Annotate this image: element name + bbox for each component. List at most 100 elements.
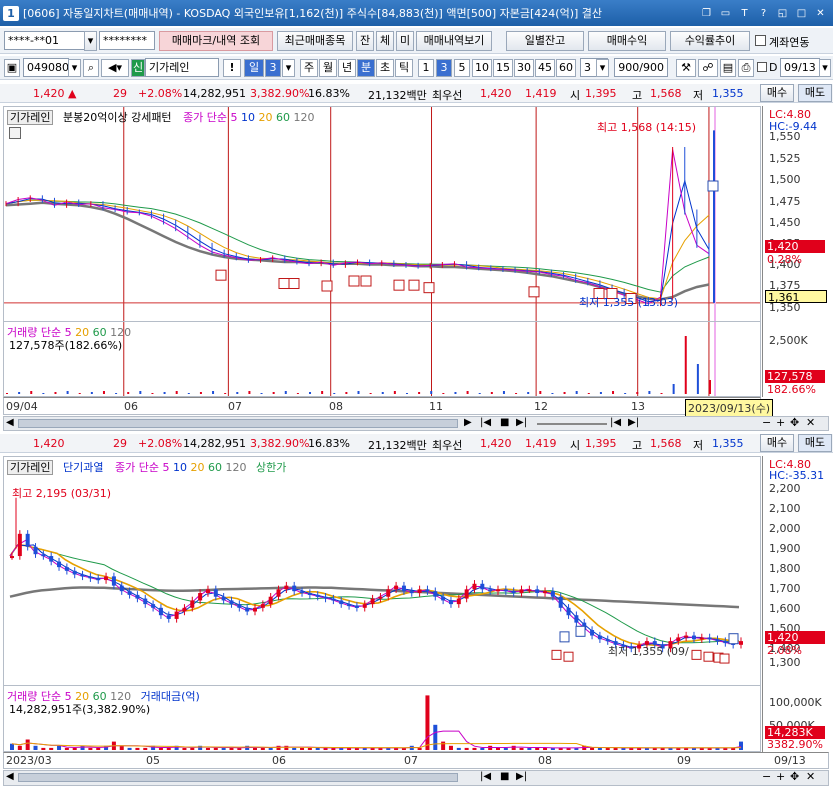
font-icon[interactable]: T [738, 7, 751, 20]
candle-body [41, 554, 46, 557]
open-price-2: 1,395 [585, 437, 617, 450]
toggle-icon[interactable]: ▣ [4, 59, 20, 77]
open-label-2: 시 [570, 439, 581, 452]
sell-button-2[interactable]: 매도 [798, 434, 832, 452]
last-icon[interactable]: ▶| [516, 417, 527, 428]
zoom-in-icon[interactable]: ▶| [628, 417, 639, 428]
stop-icon[interactable]: ■ [500, 417, 509, 428]
panel2-close-icon[interactable]: ✕ [806, 770, 815, 783]
trade-list-button[interactable]: 매매내역보기 [416, 31, 492, 51]
plus-icon[interactable]: + [776, 416, 785, 429]
period-n-field[interactable]: 3 [265, 59, 281, 77]
volume-bar [480, 747, 485, 750]
help-icon[interactable]: ? [757, 7, 770, 20]
buy-button[interactable]: 매수 [760, 84, 794, 102]
password-input[interactable]: ******** [99, 31, 155, 50]
first2-icon[interactable]: |◀ [480, 771, 491, 782]
chart2-scrollbar[interactable]: ◀ |◀ ■ ▶| − + ✥ ✕ [3, 770, 829, 786]
volume-bar [684, 336, 687, 394]
volume-bar [417, 747, 422, 750]
candle-body [511, 591, 516, 594]
jan-button[interactable]: 잔 [356, 31, 374, 51]
calendar-dropdown-icon[interactable]: ▾ [819, 59, 831, 77]
data-range-field[interactable]: 900/900 [614, 58, 668, 77]
buy-button-2[interactable]: 매수 [760, 434, 794, 452]
account-input[interactable]: ****-**01 [4, 31, 86, 50]
che-button[interactable]: 체 [376, 31, 394, 51]
period-dropdown-icon[interactable]: ▾ [282, 59, 295, 77]
tick-5-button[interactable]: 5 [454, 59, 470, 77]
copy-icon[interactable]: ❐ [700, 7, 713, 20]
print-icon[interactable]: ⎙ [738, 59, 754, 77]
scroll-thumb[interactable] [18, 419, 458, 428]
tick-count-dropdown-icon[interactable]: ▾ [596, 59, 609, 77]
volume: 14,282,951 [183, 87, 246, 100]
scroll-left-icon[interactable]: ◀ [6, 417, 14, 428]
tick-45-button[interactable]: 45 [535, 59, 555, 77]
search-icon[interactable]: ⌕ [83, 59, 99, 77]
vol1-tag: 127,578 [765, 370, 825, 383]
plus2-icon[interactable]: + [776, 770, 785, 783]
tick-60-button[interactable]: 60 [556, 59, 576, 77]
maximize-icon[interactable]: □ [795, 7, 808, 20]
period-day-button[interactable]: 일 [244, 59, 264, 77]
tools-icon[interactable]: ⚒ [676, 59, 696, 77]
scroll2-left-icon[interactable]: ◀ [6, 771, 14, 782]
stop2-icon[interactable]: ■ [500, 771, 509, 782]
first-icon[interactable]: |◀ [480, 417, 491, 428]
restore-icon[interactable]: ◱ [776, 7, 789, 20]
account-dropdown-icon[interactable]: ▾ [84, 31, 97, 51]
save-icon[interactable]: ▤ [720, 59, 736, 77]
panel-close-icon[interactable]: ✕ [806, 416, 815, 429]
daily-price-panel[interactable]: 기가레인 단기과열 종가 단순 5 10 20 60 120 상한가 최고 2,… [3, 456, 761, 686]
zoom-slider[interactable] [537, 423, 607, 425]
minimize-icon[interactable]: ▭ [719, 7, 732, 20]
daily-volume-panel[interactable]: 거래량 단순 5 20 60 120 거래대금(억) 14,282,951주(3… [3, 686, 761, 752]
profit-rate-button[interactable]: 수익률추이 [670, 31, 750, 51]
close-icon[interactable]: ✕ [814, 7, 827, 20]
move2-icon[interactable]: ✥ [790, 770, 799, 783]
minus2-icon[interactable]: − [762, 770, 771, 783]
scroll2-thumb[interactable] [18, 773, 458, 782]
chart2-price-axis: LC:4.80 HC:-35.31 2,200 2,100 2,000 1,90… [762, 456, 828, 686]
volume-bar [496, 747, 500, 750]
indicator-icon[interactable]: ☍ [698, 59, 718, 77]
trade-mark-button[interactable]: 매매마크/내역 조회 [159, 31, 273, 51]
period-year-button[interactable]: 년 [338, 59, 356, 77]
daily-balance-button[interactable]: 일별잔고 [506, 31, 584, 51]
d-checkbox[interactable] [757, 62, 767, 72]
volume-bar [672, 384, 675, 394]
trade-profit-button[interactable]: 매매수익 [588, 31, 666, 51]
tick-30-button[interactable]: 30 [514, 59, 534, 77]
tick-15-button[interactable]: 15 [493, 59, 513, 77]
account-link-checkbox[interactable] [755, 35, 766, 46]
sound-icon[interactable]: ◀▾ [101, 59, 129, 77]
stock-code-input[interactable]: 049080 [23, 58, 69, 77]
minus-icon[interactable]: − [762, 416, 771, 429]
mi-button[interactable]: 미 [396, 31, 414, 51]
period-minute-button[interactable]: 분 [357, 59, 375, 77]
scroll-right-icon[interactable]: ▶ [464, 417, 472, 428]
tick-10-button[interactable]: 10 [472, 59, 492, 77]
period-second-button[interactable]: 초 [376, 59, 394, 77]
warning-button[interactable]: ! [223, 59, 241, 77]
last2-icon[interactable]: ▶| [516, 771, 527, 782]
intraday-price-panel[interactable]: 기가레인 분봉20억이상 강세패턴 종가 단순 5 10 20 60 120 최… [3, 106, 761, 322]
zoom-out-icon[interactable]: |◀ [610, 417, 621, 428]
date-input[interactable]: 09/13 [780, 58, 820, 77]
sell-button[interactable]: 매도 [798, 84, 832, 102]
tick-1-button[interactable]: 1 [418, 59, 434, 77]
period-month-button[interactable]: 월 [319, 59, 337, 77]
move-icon[interactable]: ✥ [790, 416, 799, 429]
period-week-button[interactable]: 주 [300, 59, 318, 77]
period-tick-button[interactable]: 틱 [395, 59, 413, 77]
chart1-ma5: 5 [230, 111, 238, 124]
quote-bar-2: 1,420 29 +2.08% 14,282,951 3,382.90% 16.… [0, 434, 833, 453]
tick-3-button[interactable]: 3 [436, 59, 452, 77]
volume-bar [139, 391, 142, 394]
recent-trades-button[interactable]: 최근매매종목 [277, 31, 353, 51]
chart1-scrollbar[interactable]: ◀ ▶ |◀ ■ ▶| |◀ ▶| − + ✥ ✕ [3, 416, 829, 431]
grid-icon[interactable] [9, 127, 21, 139]
intraday-volume-panel[interactable]: 거래량 단순 5 20 60 120 127,578주(182.66%) [3, 322, 761, 397]
code-dropdown-icon[interactable]: ▾ [68, 59, 81, 77]
